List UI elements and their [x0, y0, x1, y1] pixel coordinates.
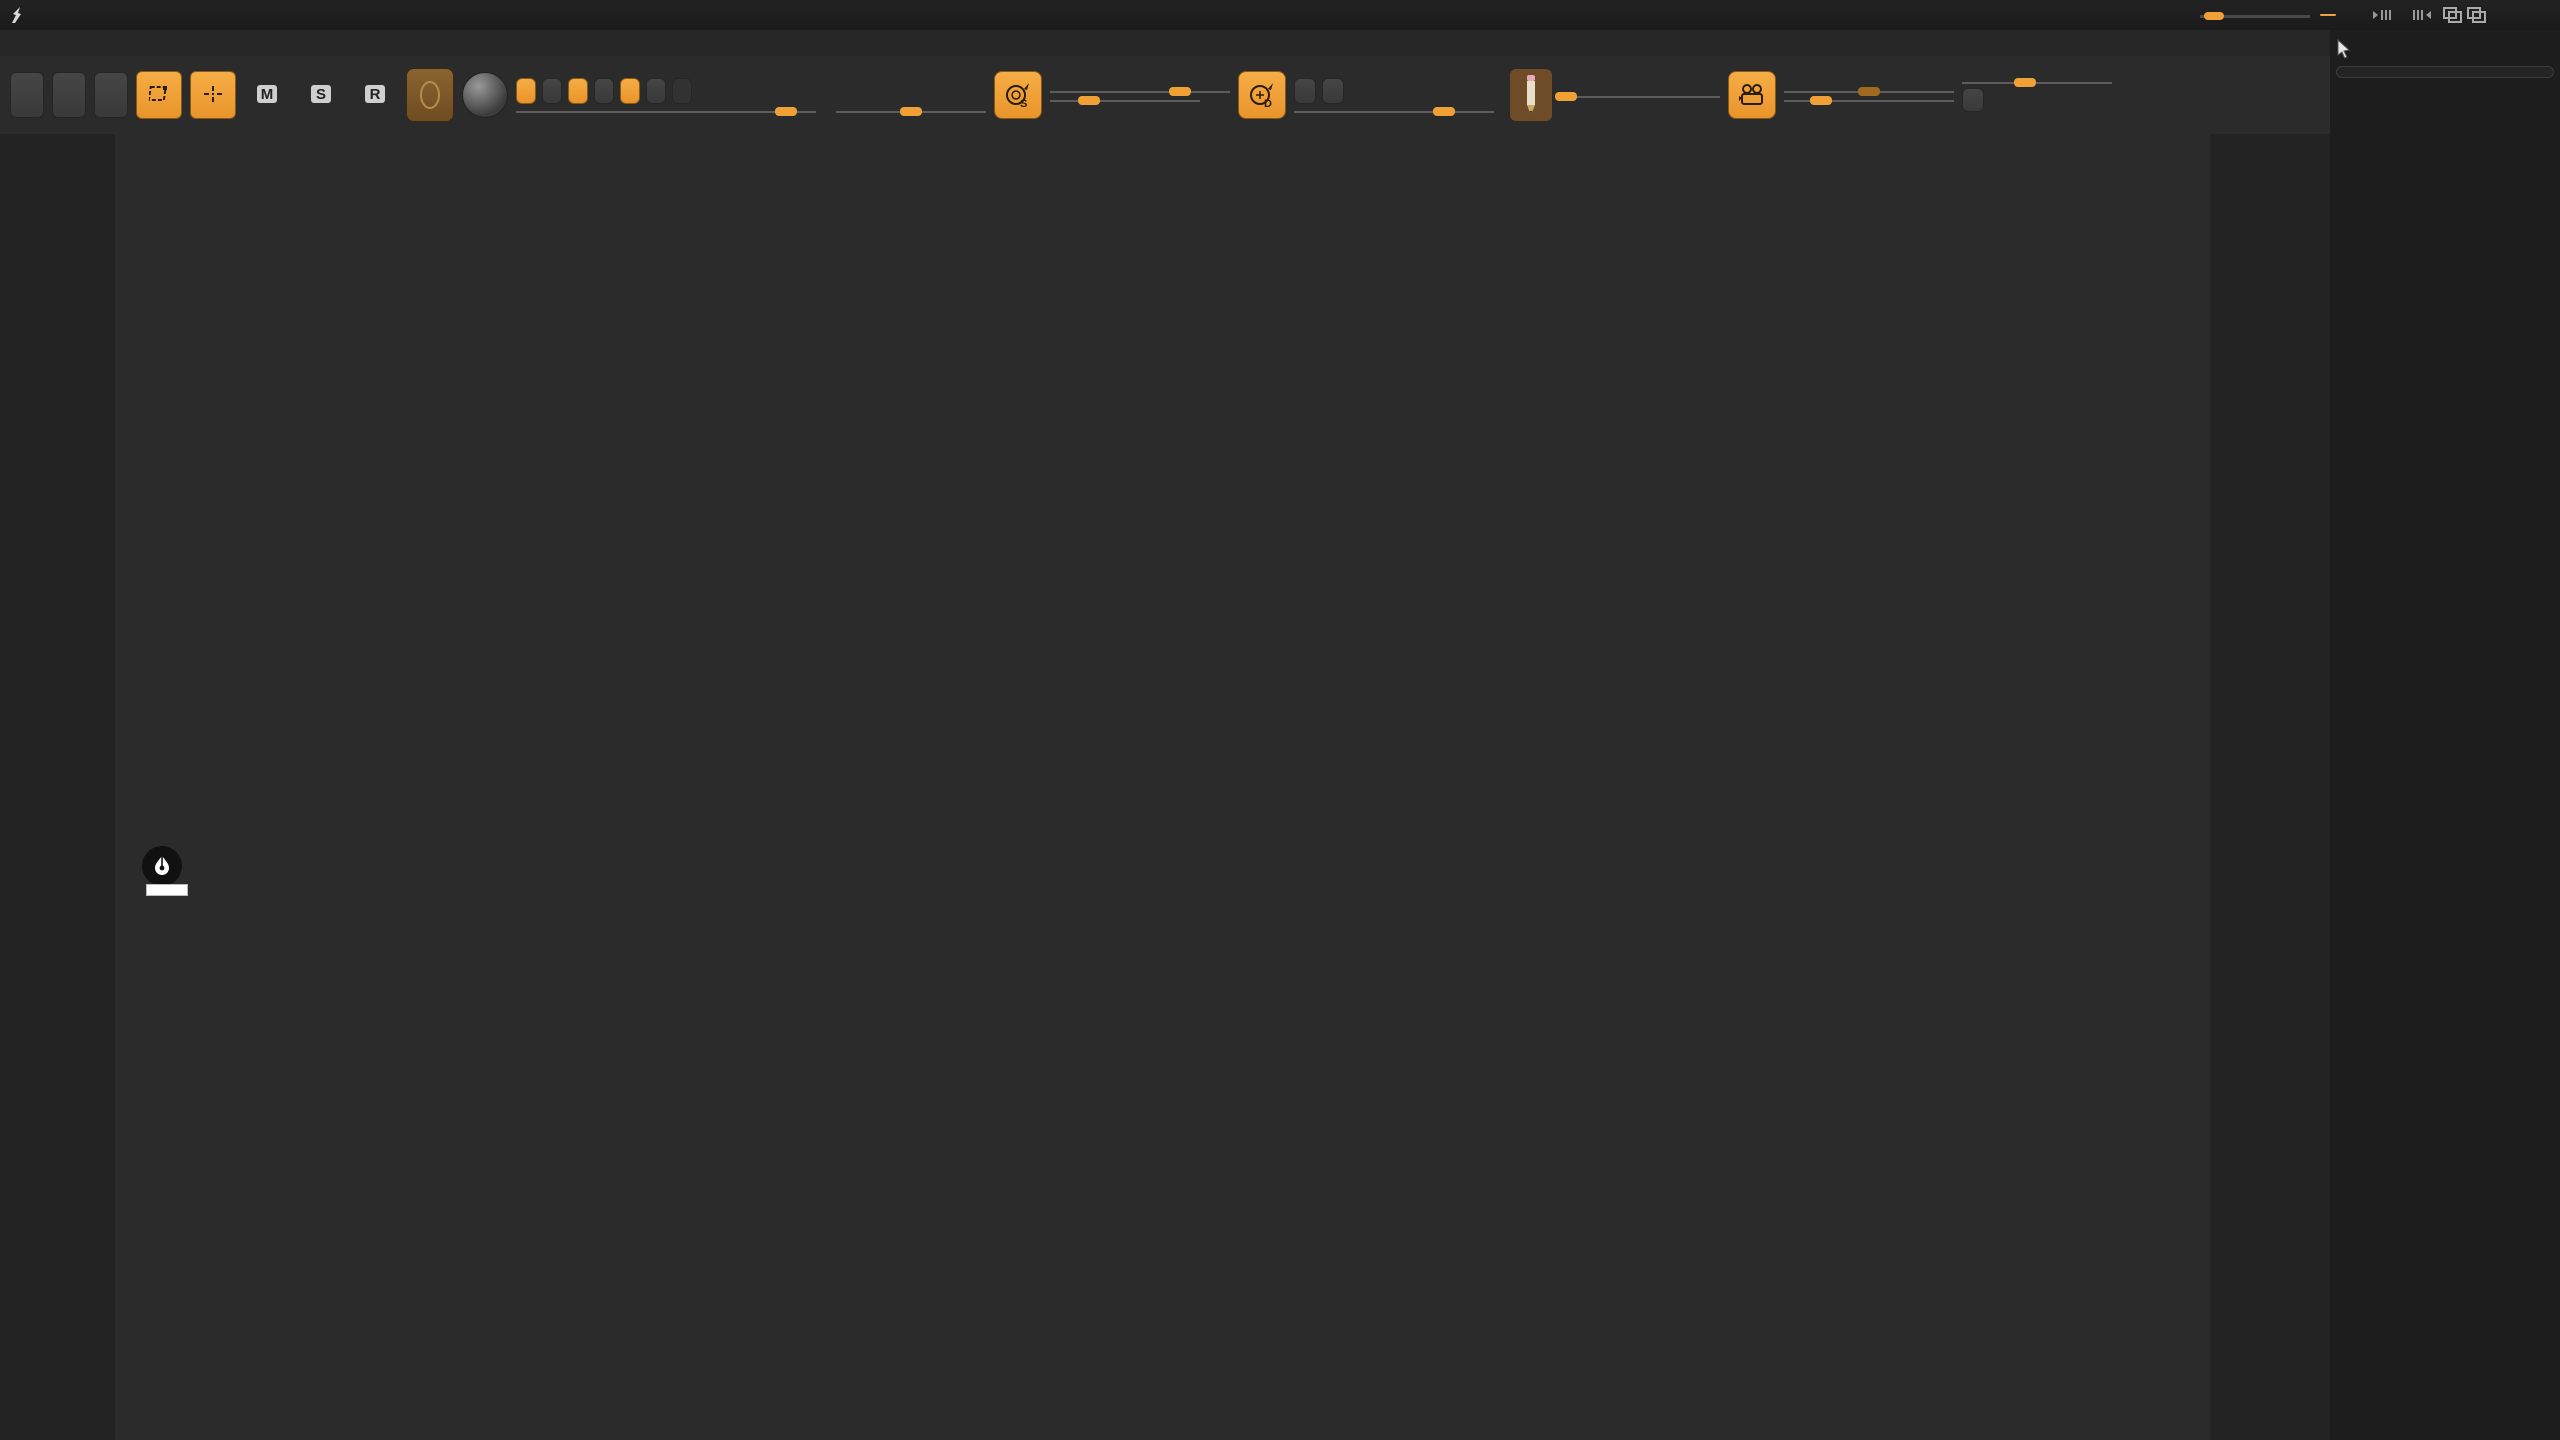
m-button[interactable]	[594, 78, 614, 104]
z-intensity-slider[interactable]	[836, 108, 986, 113]
zbrush-logo-icon	[8, 5, 26, 25]
zcut-button[interactable]	[672, 78, 692, 104]
top-shelf: M S R S	[0, 56, 2330, 134]
camera-icon-button[interactable]	[1728, 71, 1776, 119]
material-preview-sphere[interactable]	[462, 72, 508, 118]
deepshadow-button[interactable]	[1962, 88, 1984, 112]
gravity-strength-slider[interactable]	[1560, 93, 1720, 98]
mrgb-button[interactable]	[542, 78, 562, 104]
lazy-mouse-button[interactable]	[1510, 69, 1552, 121]
quicksave-button[interactable]	[2174, 14, 2190, 16]
title-bar	[0, 0, 2560, 30]
move-button[interactable]: M	[244, 71, 290, 119]
rotate-button[interactable]: R	[352, 71, 398, 119]
move-m-icon: M	[257, 85, 277, 103]
rotate-r-icon: R	[365, 85, 385, 103]
scale-button[interactable]: S	[298, 71, 344, 119]
a-button[interactable]	[516, 78, 536, 104]
edit-button[interactable]	[136, 71, 182, 119]
canvas-area[interactable]	[115, 134, 2210, 1345]
menus-button[interactable]	[2320, 14, 2336, 16]
annotation-toolbar[interactable]	[146, 884, 188, 896]
draw-size-icon-button[interactable]: S	[994, 71, 1042, 119]
pen-nib-icon[interactable]	[142, 846, 182, 886]
home-page-button[interactable]	[10, 72, 44, 118]
adjust-last-icon-button[interactable]: D	[1238, 71, 1286, 119]
window-cascade-icons[interactable]	[2442, 6, 2486, 24]
replay-last-button[interactable]	[1294, 78, 1316, 104]
adjust-last-icon: D	[1247, 80, 1277, 110]
tool-group-box	[2336, 66, 2554, 78]
svg-text:S: S	[1020, 98, 1027, 110]
edit-marquee-icon	[149, 85, 169, 103]
svg-text:D: D	[1264, 98, 1272, 110]
right-shelf	[2210, 134, 2330, 1440]
draw-button[interactable]	[190, 71, 236, 119]
zsub-button[interactable]	[646, 78, 666, 104]
see-through-slider[interactable]	[2200, 13, 2310, 18]
arrow-cursor-icon	[2336, 39, 2352, 59]
zadd-button[interactable]	[620, 78, 640, 104]
ac-button[interactable]	[2148, 14, 2164, 16]
angle-of-view-slider[interactable]	[1784, 88, 1954, 93]
scale-s-icon: S	[311, 85, 331, 103]
objshadow-slider[interactable]	[1962, 79, 2112, 84]
bottom-shelf	[115, 1345, 2210, 1440]
movie-camera-icon	[1737, 82, 1767, 108]
pencil-icon	[1523, 73, 1539, 117]
brush-alpha-icon	[417, 78, 443, 112]
draw-size-slider[interactable]	[1050, 97, 1200, 102]
lightbox-button[interactable]	[52, 72, 86, 118]
rgb-button[interactable]	[568, 78, 588, 104]
replay-last-rel-button[interactable]	[1322, 78, 1344, 104]
live-boolean-button[interactable]	[94, 72, 128, 118]
shelf-toggle-icons[interactable]	[2372, 7, 2432, 23]
field-of-view-slider[interactable]	[1784, 97, 1954, 102]
menu-bar	[0, 30, 2330, 56]
rgb-intensity-slider[interactable]	[516, 108, 816, 113]
tool-palette	[2330, 30, 2560, 1440]
default-zscript-button[interactable]	[2346, 14, 2362, 16]
brush-preview[interactable]	[406, 68, 454, 122]
draw-crosshair-icon	[203, 85, 223, 103]
left-tray	[0, 134, 115, 1440]
adjust-last-slider[interactable]	[1294, 108, 1494, 113]
draw-size-icon: S	[1003, 80, 1033, 110]
focal-shift-slider[interactable]	[1050, 88, 1230, 93]
